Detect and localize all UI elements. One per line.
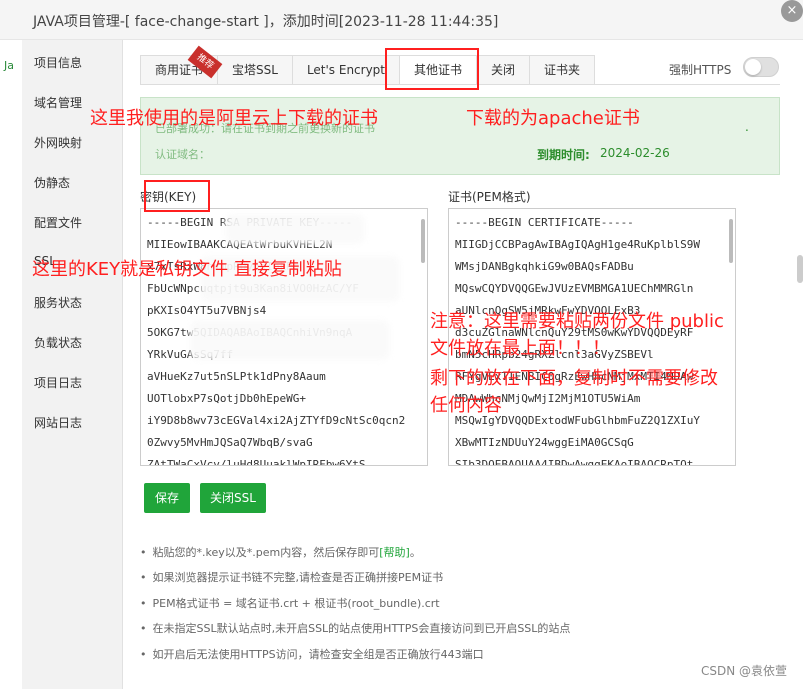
background-page-text: Ja	[4, 59, 14, 72]
tab-cert-folder[interactable]: 证书夹	[529, 55, 596, 85]
sidebar-item-domain[interactable]: 域名管理	[34, 94, 82, 111]
tip-item: • 如果浏览器提示证书链不完整,请检查是否正确拼接PEM证书	[140, 571, 444, 584]
cert-line: WMsjDANBgkqhkiG9w0BAQsFADBu	[455, 260, 634, 273]
key-line: aVHueKz7ut5nSLPtk1dPny8Aaum	[147, 370, 326, 383]
tab-lets-encrypt[interactable]: Let's Encrypt	[291, 55, 401, 85]
sidebar-item-project-info[interactable]: 项目信息	[34, 54, 82, 71]
close-ssl-button[interactable]: 关闭SSL	[200, 483, 266, 513]
sidebar-item-site-log[interactable]: 网站日志	[34, 414, 82, 431]
cert-line: MIIGDjCCBPagAwIBAgIQAgH1ge4RuKplblS9W	[455, 238, 701, 251]
annotation-aliyun: 这里我使用的是阿里云上下载的证书	[90, 108, 378, 129]
sidebar-item-project-log[interactable]: 项目日志	[34, 374, 82, 391]
csdn-watermark: CSDN @袁依萱	[700, 664, 787, 678]
sidebar-item-config[interactable]: 配置文件	[34, 214, 82, 231]
force-https-label: 强制HTTPS	[669, 63, 732, 77]
annotation-note-3: 剩下的放在下面，复制时不需要修改	[430, 368, 718, 389]
sidebar-item-rewrite[interactable]: 伪静态	[34, 174, 70, 191]
key-line: pKXIsO4YT5u7VBNjs4	[147, 304, 267, 317]
tip-item: • 在未指定SSL默认站点时,未开启SSL的站点使用HTTPS会直接访问到已开启S…	[140, 622, 571, 635]
tip-text: 如开启后无法使用HTTPS访问，请检查安全组是否正确放行443端口	[152, 648, 484, 661]
key-line: 0Zwvy5MvHmJQSaQ7WbqB/svaG	[147, 436, 313, 449]
highlight-other-cert-tab	[385, 48, 479, 90]
info-trailing-dot: .	[745, 120, 749, 134]
tip-item: • 如开启后无法使用HTTPS访问，请检查安全组是否正确放行443端口	[140, 648, 484, 661]
cert-line: XBwMTIzNDUuY24wggEiMA0GCSqG	[455, 436, 634, 449]
cert-line: SIb3DQEBAQUAA4IBDwAwggEKAoIBAQCRpTOt	[455, 458, 694, 466]
tip-item: • PEM格式证书 = 域名证书.crt + 根证书(root_bundle).c…	[140, 597, 440, 610]
cert-scrollbar[interactable]	[729, 219, 733, 263]
window-titlebar: JAVA项目管理-[ face-change-start ]，添加时间[2023…	[0, 0, 803, 40]
sidebar: 项目信息 域名管理 外网映射 伪静态 配置文件 SSL 服务状态 负载状态 项目…	[22, 40, 123, 689]
key-line: UOTlobxP7sQotjDb0hEpeWG+	[147, 392, 306, 405]
page-scrollbar[interactable]	[797, 255, 803, 283]
help-link[interactable]: [帮助]	[379, 546, 410, 559]
annotation-note-4: 任何内容	[430, 395, 502, 416]
key-scrollbar[interactable]	[421, 219, 425, 263]
expiry-label: 到期时间:	[537, 148, 590, 162]
tip-text: PEM格式证书 = 域名证书.crt + 根证书(root_bundle).cr…	[152, 597, 440, 610]
force-https-toggle[interactable]	[743, 57, 779, 77]
annotation-key-is-private: 这里的KEY就是私钥文件 直接复制粘贴	[32, 259, 342, 280]
tip-end: 。	[409, 546, 421, 559]
annotation-note-2: 文件放在最上面！！！	[430, 338, 610, 359]
tab-baota-ssl[interactable]: 宝塔SSL	[217, 55, 293, 85]
toggle-knob	[745, 59, 761, 75]
cert-line: -----BEGIN CERTIFICATE-----	[455, 216, 634, 229]
sidebar-item-load-status[interactable]: 负载状态	[34, 334, 82, 351]
expiry-date: 2024-02-26	[600, 146, 670, 160]
annotation-apache: 下载的为apache证书	[466, 108, 640, 129]
close-icon[interactable]: ×	[781, 0, 803, 22]
background-page-strip: Ja	[0, 40, 22, 689]
key-line: iY9D8b8wv73cEGVal4xi2AjZTYfD9cNtSc0qcn2	[147, 414, 406, 427]
tab-close[interactable]: 关闭	[476, 55, 531, 85]
cert-line: MQswCQYDVQQGEwJVUzEVMBMGA1UEChMMRGln	[455, 282, 694, 295]
cert-domain-label: 认证域名：	[155, 148, 210, 161]
annotation-note-1: 注意：这里需要粘贴两份文件 public	[430, 311, 724, 332]
window-title: JAVA项目管理-[ face-change-start ]，添加时间[2023…	[33, 14, 499, 30]
key-line: ZAtTWaCxVcv/luHd8UuaklWpIRFbw6YtS	[147, 458, 366, 466]
sidebar-item-external-mapping[interactable]: 外网映射	[34, 134, 82, 151]
redaction-blur	[225, 214, 365, 244]
tip-item: • 粘贴您的*.key以及*.pem内容，然后保存即可[帮助]。	[140, 546, 421, 559]
tip-text: 如果浏览器提示证书链不完整,请检查是否正确拼接PEM证书	[152, 571, 444, 584]
tip-text: 在未指定SSL默认站点时,未开启SSL的站点使用HTTPS会直接访问到已开启SS…	[152, 622, 571, 635]
sidebar-item-service-status[interactable]: 服务状态	[34, 294, 82, 311]
cert-label: 证书(PEM格式)	[448, 190, 531, 204]
save-button[interactable]: 保存	[144, 483, 190, 513]
redaction-blur	[190, 320, 390, 360]
tip-text: 粘贴您的*.key以及*.pem内容，然后保存即可	[152, 546, 380, 559]
highlight-key-label	[144, 180, 210, 212]
